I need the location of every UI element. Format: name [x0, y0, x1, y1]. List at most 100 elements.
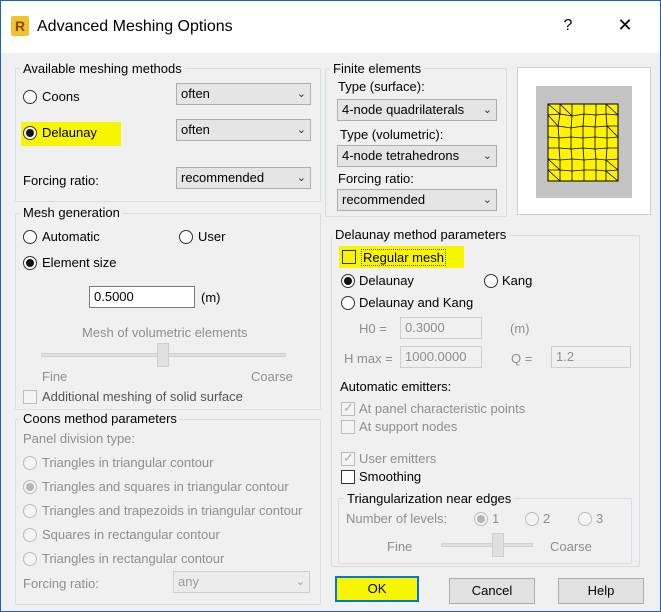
automatic-radio[interactable] [23, 230, 37, 244]
coons-forcing-ratio-value: any [178, 574, 199, 589]
h0-label: H0 = [359, 321, 387, 336]
edges-slider-track[interactable] [441, 543, 533, 547]
chevron-down-icon: ⌄ [296, 172, 306, 184]
forcing-ratio-select[interactable]: recommended ⌄ [176, 167, 311, 189]
delaunay-frequency-select[interactable]: often ⌄ [176, 119, 311, 141]
fe-forcing-ratio-label: Forcing ratio: [338, 171, 414, 186]
volumetric-fine-label: Fine [42, 369, 68, 384]
element-size-radio[interactable] [23, 256, 37, 270]
chevron-down-icon: ⌄ [482, 150, 492, 162]
forcing-ratio-value: recommended [181, 170, 265, 185]
division-option-1-label: Triangles in triangular contour [42, 455, 214, 470]
element-size-unit: (m) [201, 290, 221, 305]
forcing-ratio-label: Forcing ratio: [23, 173, 99, 188]
kang-label: Kang [502, 273, 533, 288]
division-option-2-radio[interactable] [23, 480, 37, 494]
mesh-generation-label: Mesh generation [20, 205, 123, 220]
chevron-down-icon: ⌄ [296, 88, 306, 100]
edges-slider-thumb[interactable] [492, 533, 504, 557]
additional-meshing-label: Additional meshing of solid surface [42, 389, 243, 404]
coons-frequency-select[interactable]: often ⌄ [176, 83, 311, 105]
ok-button[interactable]: OK [335, 576, 419, 602]
chevron-down-icon: ⌄ [296, 124, 306, 136]
division-option-5-label: Triangles in rectangular contour [42, 551, 225, 566]
delaunay-and-kang-radio[interactable] [341, 296, 355, 310]
division-option-4-label: Squares in rectangular contour [42, 527, 220, 542]
finite-elements-label: Finite elements [330, 61, 425, 76]
element-size-label: Element size [42, 255, 117, 270]
level-3-label: 3 [596, 511, 604, 526]
smoothing-label: Smoothing [359, 469, 422, 484]
coons-forcing-ratio-select[interactable]: any ⌄ [173, 571, 310, 593]
cancel-button[interactable]: Cancel [449, 578, 535, 604]
available-methods-label: Available meshing methods [20, 61, 185, 76]
h0-unit: (m) [510, 321, 530, 336]
delaunay-params-label: Delaunay method parameters [332, 227, 510, 242]
triangularization-group [338, 498, 632, 564]
automatic-emitters-label: Automatic emitters: [340, 379, 452, 394]
level-1-radio[interactable] [474, 512, 488, 526]
type-volumetric-label: Type (volumetric): [340, 127, 444, 142]
type-surface-select[interactable]: 4-node quadrilaterals ⌄ [337, 99, 497, 121]
help-button[interactable]: Help [558, 578, 644, 604]
element-size-input[interactable]: 0.5000 [89, 286, 195, 308]
division-option-3-label: Triangles and trapezoids in triangular c… [42, 503, 303, 518]
type-volumetric-select[interactable]: 4-node tetrahedrons ⌄ [337, 145, 497, 167]
user-emitters-label: User emitters [359, 451, 437, 466]
delaunay-frequency-value: often [181, 122, 210, 137]
mesh-preview [517, 67, 651, 215]
level-2-radio[interactable] [525, 512, 539, 526]
user-label: User [198, 229, 226, 244]
q-label: Q = [511, 351, 533, 366]
coons-radio[interactable] [23, 90, 37, 104]
chevron-down-icon: ⌄ [482, 104, 492, 116]
smoothing-checkbox[interactable] [341, 470, 355, 484]
kang-radio[interactable] [484, 274, 498, 288]
coons-frequency-value: often [181, 86, 210, 101]
dp-delaunay-radio[interactable] [341, 274, 355, 288]
division-option-3-radio[interactable] [23, 504, 37, 518]
window-title: Advanced Meshing Options [37, 18, 233, 35]
user-emitters-checkbox[interactable] [341, 450, 355, 466]
app-icon: R [11, 16, 29, 36]
delaunay-label: Delaunay [42, 125, 97, 140]
level-1-label: 1 [492, 511, 500, 526]
chevron-down-icon: ⌄ [295, 576, 305, 588]
level-3-radio[interactable] [578, 512, 592, 526]
coons-forcing-ratio-label: Forcing ratio: [23, 576, 99, 591]
panel-division-label: Panel division type: [23, 431, 136, 446]
at-panel-label: At panel characteristic points [359, 401, 526, 416]
at-support-checkbox[interactable] [341, 420, 355, 434]
at-support-label: At support nodes [359, 419, 458, 434]
additional-meshing-checkbox[interactable] [23, 390, 37, 404]
dialog-window: R Advanced Meshing Options ? ✕ Available… [0, 0, 661, 612]
automatic-label: Automatic [42, 229, 100, 244]
mesh-preview-graphic [536, 86, 632, 198]
volumetric-coarse-label: Coarse [251, 369, 293, 384]
division-option-4-radio[interactable] [23, 528, 37, 542]
hmax-input[interactable]: 1000.0000 [400, 346, 482, 368]
division-option-1-radio[interactable] [23, 456, 37, 470]
dp-delaunay-label: Delaunay [359, 273, 414, 288]
q-input[interactable]: 1.2 [551, 346, 631, 368]
delaunay-and-kang-label: Delaunay and Kang [359, 295, 474, 310]
volumetric-mesh-label: Mesh of volumetric elements [82, 325, 248, 340]
division-option-5-radio[interactable] [23, 552, 37, 566]
type-volumetric-value: 4-node tetrahedrons [342, 148, 460, 163]
delaunay-radio[interactable] [23, 126, 37, 140]
division-option-2-label: Triangles and squares in triangular cont… [42, 479, 289, 494]
volumetric-slider-thumb[interactable] [157, 343, 169, 367]
fe-forcing-ratio-select[interactable]: recommended ⌄ [337, 189, 497, 211]
chevron-down-icon: ⌄ [482, 194, 492, 206]
help-icon[interactable]: ? [557, 14, 579, 38]
edges-coarse-label: Coarse [550, 539, 592, 554]
regular-mesh-checkbox[interactable] [342, 250, 356, 264]
user-radio[interactable] [179, 230, 193, 244]
close-icon[interactable]: ✕ [613, 13, 637, 37]
at-panel-checkbox[interactable] [341, 400, 355, 416]
coons-label: Coons [42, 89, 80, 104]
h0-input[interactable]: 0.3000 [400, 317, 482, 339]
level-2-label: 2 [543, 511, 551, 526]
triangularization-label: Triangularization near edges [344, 491, 515, 506]
fe-forcing-ratio-value: recommended [342, 192, 426, 207]
